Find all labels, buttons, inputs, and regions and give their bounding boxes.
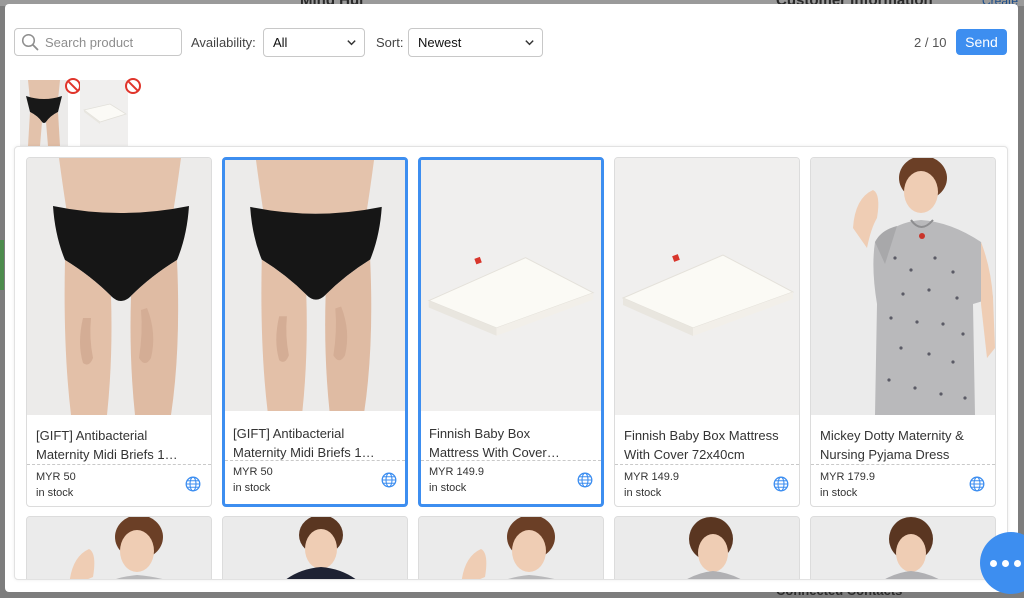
product-stock: in stock xyxy=(624,487,662,499)
product-name: Finnish Baby Box Mattress With Cover 72x… xyxy=(624,428,779,462)
thumbnail-image xyxy=(80,80,128,146)
send-button[interactable]: Send xyxy=(956,29,1007,55)
remove-icon[interactable] xyxy=(125,78,141,94)
sort-label: Sort: xyxy=(376,35,404,50)
chevron-down-icon xyxy=(347,40,356,46)
product-name: [GIFT] Antibacterial Maternity Midi Brie… xyxy=(233,426,375,460)
product-image xyxy=(223,517,407,579)
search-icon xyxy=(21,33,39,51)
product-card[interactable]: [GIFT] Antibacterial Maternity Midi Brie… xyxy=(222,157,408,507)
card-divider xyxy=(225,460,405,461)
product-name: [GIFT] Antibacterial Maternity Midi Brie… xyxy=(36,428,178,462)
availability-select[interactable]: All xyxy=(263,28,365,57)
product-price: MYR 179.9 xyxy=(820,471,876,483)
product-grid: [GIFT] Antibacterial Maternity Midi Brie… xyxy=(14,146,1008,580)
card-divider xyxy=(615,464,799,465)
product-card-partial[interactable] xyxy=(810,516,996,579)
globe-icon[interactable] xyxy=(969,476,985,492)
product-stock: in stock xyxy=(820,487,858,499)
product-name: Finnish Baby Box Mattress With Cover… xyxy=(429,426,560,460)
dot-icon xyxy=(990,559,997,567)
mattress-thumbnail-image xyxy=(80,80,128,146)
product-image xyxy=(419,517,603,579)
product-card[interactable]: Mickey Dotty Maternity & Nursing Pyjama … xyxy=(810,157,996,507)
product-picker-modal: Availability: All Sort: Newest 2 / 10 Se… xyxy=(5,4,1018,592)
sort-value: Newest xyxy=(418,35,462,50)
availability-label: Availability: xyxy=(191,35,256,50)
card-divider xyxy=(27,464,211,465)
selection-counter: 2 / 10 xyxy=(914,35,947,50)
search-input[interactable] xyxy=(45,34,175,50)
chevron-down-icon xyxy=(525,40,534,46)
product-card[interactable]: [GIFT] Antibacterial Maternity Midi Brie… xyxy=(26,157,212,507)
globe-icon[interactable] xyxy=(381,472,397,488)
globe-icon[interactable] xyxy=(773,476,789,492)
product-card-partial[interactable] xyxy=(222,516,408,579)
product-image xyxy=(27,517,211,579)
product-card[interactable]: Finnish Baby Box Mattress With Cover… MY… xyxy=(418,157,604,507)
product-image xyxy=(811,158,995,415)
product-name: Mickey Dotty Maternity & Nursing Pyjama … xyxy=(820,428,964,462)
product-stock: in stock xyxy=(36,487,74,499)
sort-select[interactable]: Newest xyxy=(408,28,543,57)
product-image xyxy=(615,158,799,415)
product-image xyxy=(615,517,799,579)
background-side-accent xyxy=(0,240,4,290)
dot-icon xyxy=(1002,559,1009,567)
search-box[interactable] xyxy=(14,28,182,56)
product-stock: in stock xyxy=(429,482,467,494)
product-price: MYR 50 xyxy=(233,466,273,478)
product-card-partial[interactable] xyxy=(26,516,212,579)
availability-value: All xyxy=(273,35,288,50)
product-card-partial[interactable] xyxy=(418,516,604,579)
globe-icon[interactable] xyxy=(577,472,593,488)
product-price: MYR 50 xyxy=(36,471,76,483)
toolbar: Availability: All Sort: Newest 2 / 10 Se… xyxy=(5,4,1018,74)
product-image xyxy=(27,158,211,415)
product-image xyxy=(421,160,601,411)
card-divider xyxy=(811,464,995,465)
product-card-partial[interactable] xyxy=(614,516,800,579)
selected-thumbnail[interactable] xyxy=(19,76,81,150)
product-card[interactable]: Finnish Baby Box Mattress With Cover 72x… xyxy=(614,157,800,507)
thumbnail-image xyxy=(20,80,68,146)
product-stock: in stock xyxy=(233,482,271,494)
product-price: MYR 149.9 xyxy=(429,466,485,478)
dot-icon xyxy=(1014,559,1021,567)
selected-thumbnail[interactable] xyxy=(79,76,141,150)
card-divider xyxy=(421,460,601,461)
globe-icon[interactable] xyxy=(185,476,201,492)
product-price: MYR 149.9 xyxy=(624,471,680,483)
product-image xyxy=(225,160,405,411)
product-image xyxy=(811,517,995,579)
briefs-thumbnail-image xyxy=(20,80,68,146)
